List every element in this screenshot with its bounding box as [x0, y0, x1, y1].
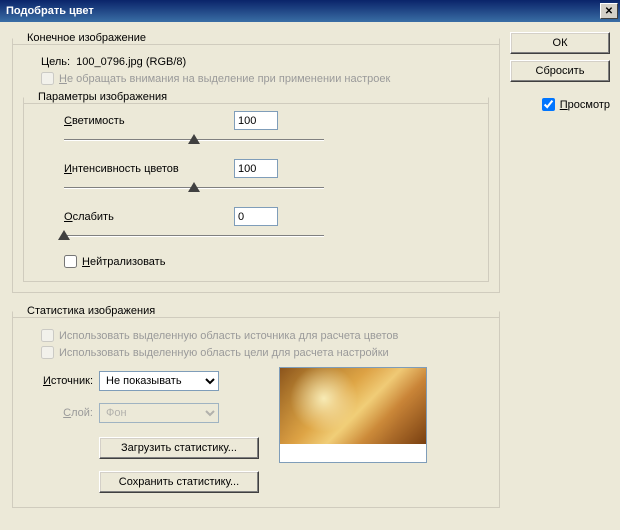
fade-slider[interactable] [64, 229, 324, 245]
layer-select: Фон [99, 403, 219, 423]
image-params-group: Параметры изображения Светимость Интенси… [23, 91, 489, 282]
use-src-selection-input [41, 329, 54, 342]
preview-label: Просмотр [560, 99, 610, 111]
intensity-input[interactable] [234, 159, 278, 178]
layer-label: Слой: [23, 407, 93, 419]
use-src-selection-checkbox: Использовать выделенную область источник… [41, 329, 398, 342]
close-button[interactable]: ✕ [600, 3, 618, 19]
slider-track [64, 235, 324, 237]
neutralize-label: Нейтрализовать [82, 256, 165, 268]
use-tgt-selection-label: Использовать выделенную область цели для… [59, 347, 389, 359]
ignore-selection-checkbox: Не обращать внимания на выделение при пр… [41, 72, 390, 85]
preview-input[interactable] [542, 98, 555, 111]
neutralize-input[interactable] [64, 255, 77, 268]
ignore-selection-input [41, 72, 54, 85]
use-src-selection-label: Использовать выделенную область источник… [59, 330, 398, 342]
source-label: Источник: [23, 375, 93, 387]
fade-input[interactable] [234, 207, 278, 226]
luminance-label: Светимость [64, 115, 234, 127]
luminance-slider[interactable] [64, 133, 324, 149]
preview-checkbox[interactable]: Просмотр [510, 98, 610, 111]
thumbnail-image [280, 368, 426, 444]
window-title: Подобрать цвет [6, 5, 94, 17]
load-stats-button[interactable]: Загрузить статистику... [99, 437, 259, 459]
intensity-slider[interactable] [64, 181, 324, 197]
slider-thumb[interactable] [188, 134, 200, 144]
close-icon: ✕ [605, 6, 613, 17]
stats-group: Статистика изображения Использовать выде… [12, 305, 500, 508]
destination-legend: Конечное изображение [23, 32, 150, 44]
target-label: Цель: [41, 56, 70, 68]
intensity-label: Интенсивность цветов [64, 163, 234, 175]
slider-thumb[interactable] [188, 182, 200, 192]
neutralize-checkbox[interactable]: Нейтрализовать [64, 255, 165, 268]
preview-thumbnail [279, 367, 427, 463]
fade-label: Ослабить [64, 211, 234, 223]
slider-thumb[interactable] [58, 230, 70, 240]
image-params-legend: Параметры изображения [34, 91, 171, 103]
titlebar: Подобрать цвет ✕ [0, 0, 620, 22]
use-tgt-selection-input [41, 346, 54, 359]
ok-button[interactable]: ОК [510, 32, 610, 54]
target-value: 100_0796.jpg (RGB/8) [76, 56, 186, 68]
luminance-input[interactable] [234, 111, 278, 130]
save-stats-button[interactable]: Сохранить статистику... [99, 471, 259, 493]
stats-legend: Статистика изображения [23, 305, 159, 317]
reset-button[interactable]: Сбросить [510, 60, 610, 82]
use-tgt-selection-checkbox: Использовать выделенную область цели для… [41, 346, 389, 359]
ignore-selection-label: Не обращать внимания на выделение при пр… [59, 73, 390, 85]
source-select[interactable]: Не показывать [99, 371, 219, 391]
destination-group: Конечное изображение Цель: 100_0796.jpg … [12, 32, 500, 293]
